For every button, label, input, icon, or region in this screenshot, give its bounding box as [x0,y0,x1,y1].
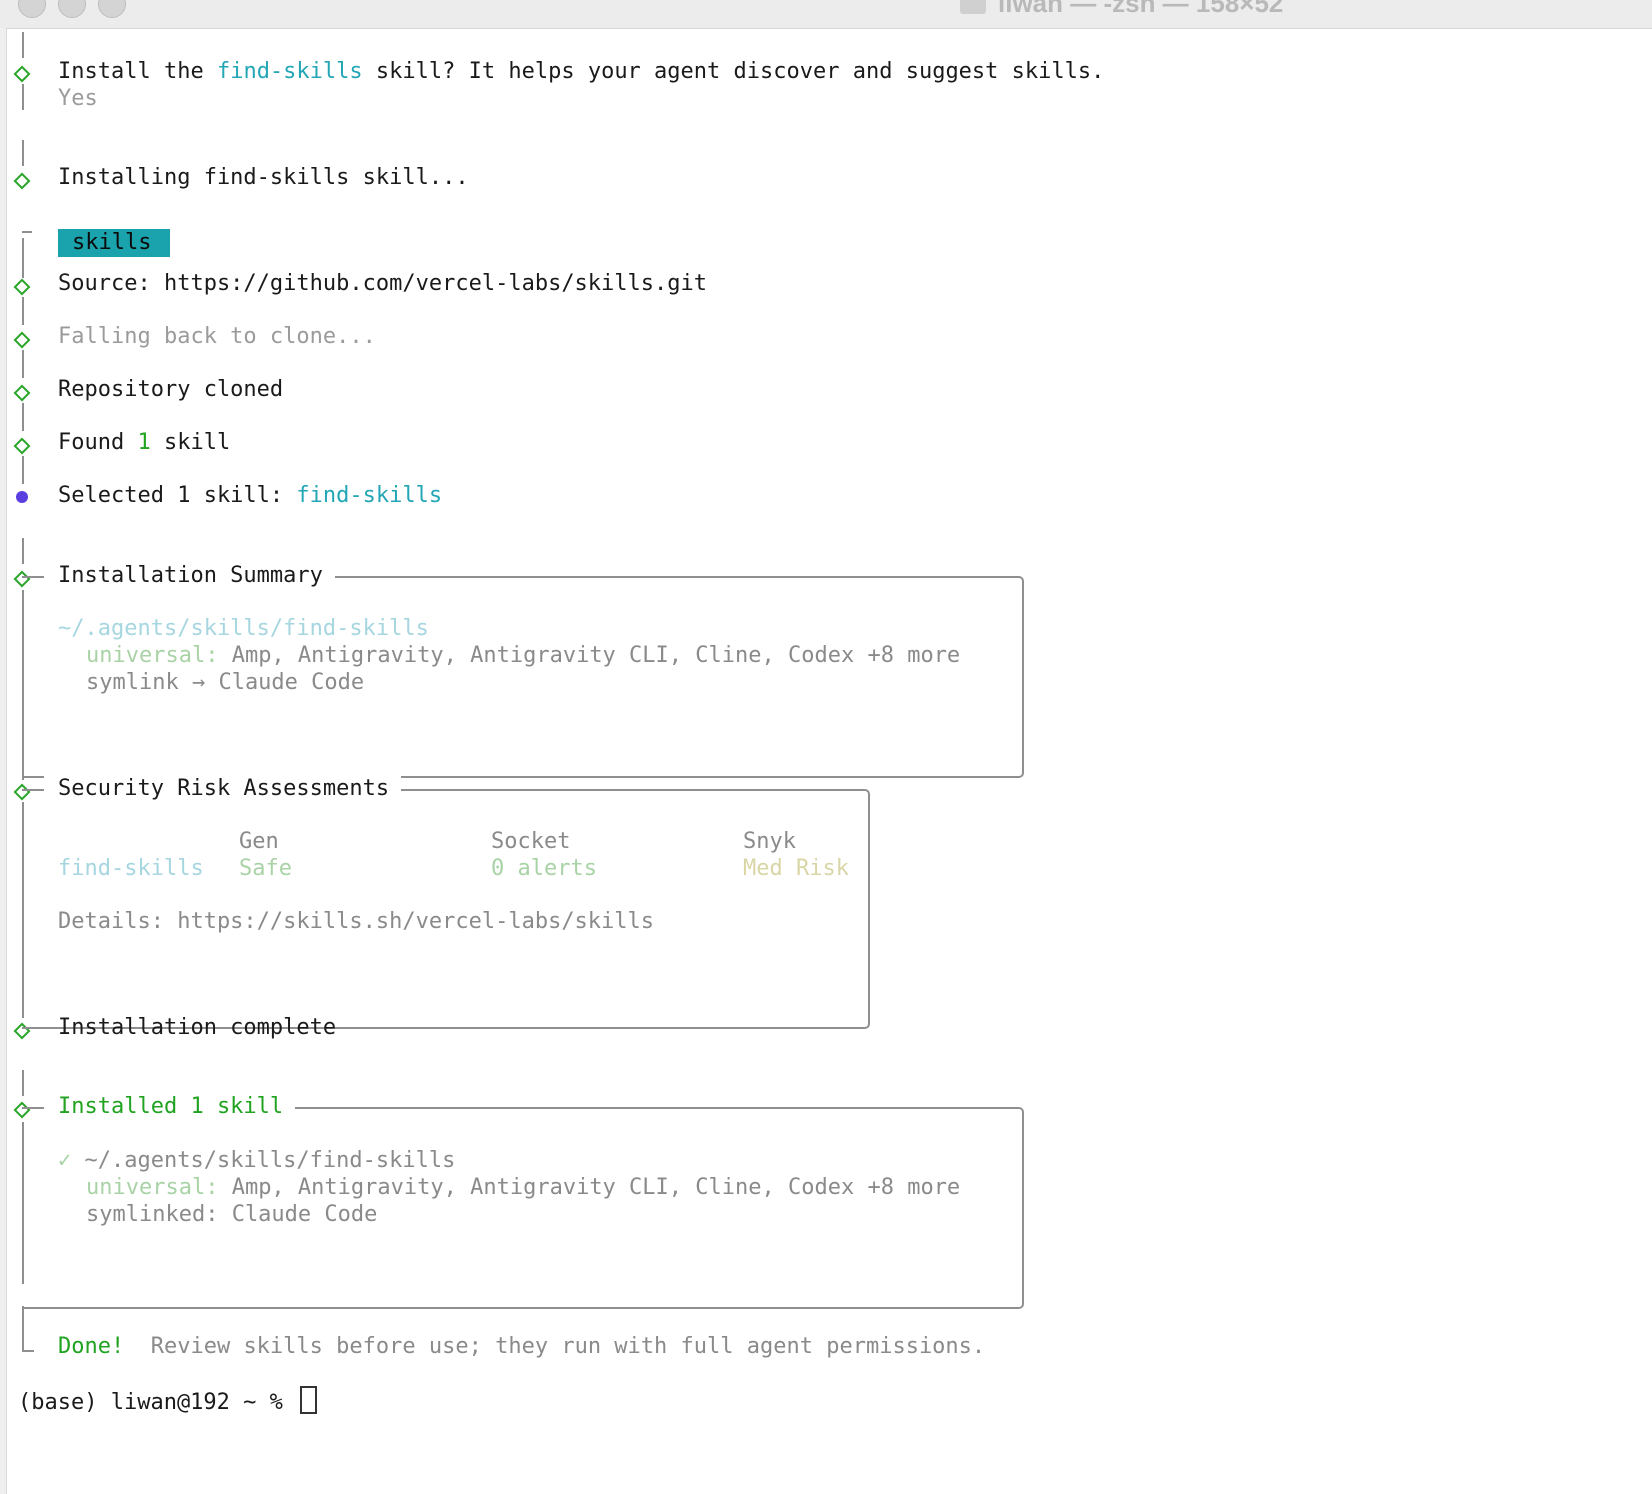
tree-connector [22,456,24,484]
step-diamond-icon [13,172,31,190]
done-message: Review skills before use; they run with … [124,1334,986,1359]
cloned-line: Repository cloned [58,377,284,402]
source-line: Source: https://github.com/vercel-labs/s… [58,271,708,296]
security-header-snyk: Snyk [743,829,796,854]
install-question-post: skill? It helps your agent discover and … [362,59,1105,84]
installed-path-text: ~/.agents/skills/find-skills [71,1148,456,1173]
summary-universal-label: universal: [86,643,219,668]
install-answer: Yes [58,86,98,111]
security-row-snyk: Med Risk [743,856,849,881]
security-assessment-title: Security Risk Assessments [44,775,402,803]
selected-skill: find-skills [296,483,443,508]
installing-message: Installing find-skills skill... [58,165,469,190]
found-count: 1 [137,430,151,455]
selected-pre: Selected 1 skill: [58,483,297,508]
tree-connector [22,140,24,166]
step-diamond-icon [13,331,31,349]
tree-connector [22,238,24,278]
security-details: Details: https://skills.sh/vercel-labs/s… [58,909,655,934]
tree-connector [22,538,24,564]
security-header-socket: Socket [491,829,571,854]
installed-path: ✓ ~/.agents/skills/find-skills [58,1147,455,1175]
security-header-gen: Gen [239,829,279,854]
tree-connector [22,297,24,325]
tree-connector [22,1306,24,1352]
tree-connector [22,1070,24,1096]
installed-symlinked: symlinked: Claude Code [86,1202,378,1227]
tree-connector [22,403,24,431]
check-icon: ✓ [58,1148,72,1173]
tree-connector [22,350,24,378]
step-diamond-icon [13,278,31,296]
install-question-pre: Install the [58,59,217,84]
found-post: skill [150,430,231,455]
skills-badge: skills [58,229,170,257]
tree-connector [22,32,24,58]
selected-line: Selected 1 skill: find-skills [58,482,442,510]
done-line: Done! Review skills before use; they run… [58,1333,985,1361]
fallback-line: Falling back to clone... [58,324,376,349]
found-line: Found 1 skill [58,429,230,457]
step-diamond-icon [13,437,31,455]
installation-summary-title: Installation Summary [44,562,335,590]
installation-complete: Installation complete [58,1015,337,1040]
done-label: Done! [58,1334,125,1359]
summary-symlink: symlink → Claude Code [86,670,365,695]
summary-path: ~/.agents/skills/find-skills [58,616,429,641]
shell-prompt[interactable]: (base) liwan@192 ~ % [18,1386,318,1417]
security-row-gen: Safe [239,856,292,881]
tree-corner [22,231,32,233]
install-question: Install the find-skills skill? It helps … [58,58,1104,86]
selected-dot-icon [16,491,28,503]
installed-universal-value: Amp, Antigravity, Antigravity CLI, Cline… [218,1175,961,1200]
tree-corner [22,1350,34,1352]
security-row-socket: 0 alerts [491,856,597,881]
installed-title: Installed 1 skill [44,1093,296,1121]
installed-universal-label: universal: [86,1175,219,1200]
summary-universal: universal: Amp, Antigravity, Antigravity… [86,642,960,670]
found-pre: Found [58,430,138,455]
install-question-skill: find-skills [216,59,363,84]
installed-universal: universal: Amp, Antigravity, Antigravity… [86,1174,960,1202]
shell-prompt-text: (base) liwan@192 ~ % [18,1390,297,1415]
security-row-skill: find-skills [58,856,204,881]
terminal-output[interactable]: Install the find-skills skill? It helps … [0,0,1652,1494]
tree-connector [22,84,24,110]
summary-universal-value: Amp, Antigravity, Antigravity CLI, Cline… [218,643,961,668]
step-diamond-icon [13,65,31,83]
step-diamond-icon [13,384,31,402]
cursor-block-icon [300,1386,318,1414]
